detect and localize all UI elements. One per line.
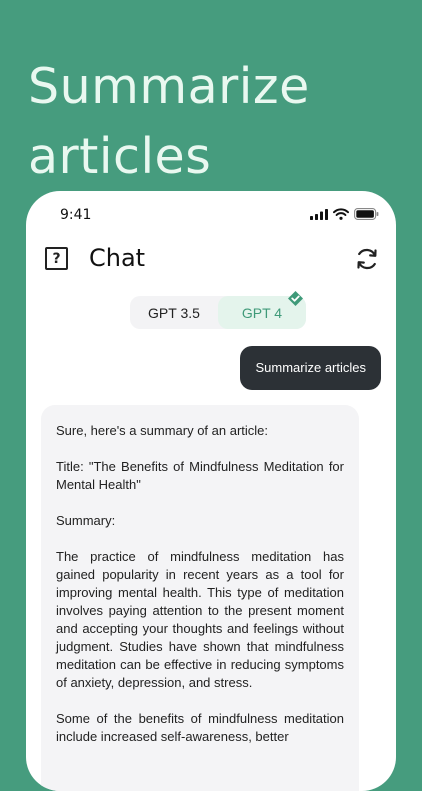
refresh-icon[interactable]: [354, 246, 380, 272]
model-option-gpt35[interactable]: GPT 3.5: [130, 296, 218, 329]
nav-bar: ? Chat: [26, 239, 396, 283]
status-icons: [310, 208, 379, 220]
phone-screen: 9:41 ? Chat GPT 3.5 GPT 4 Summarize arti…: [26, 191, 396, 791]
status-time: 9:41: [60, 207, 92, 223]
battery-icon: [354, 208, 379, 220]
assistant-summary-label: Summary:: [56, 513, 116, 528]
assistant-paragraph: The practice of mindfulness meditation h…: [56, 549, 344, 690]
assistant-intro: Sure, here's a summary of an article:: [56, 423, 269, 438]
headline: Summarize articles: [28, 52, 310, 192]
headline-line-2: articles: [28, 128, 212, 185]
model-switch: GPT 3.5 GPT 4: [130, 291, 306, 329]
headline-line-1: Summarize: [28, 58, 310, 115]
status-bar: 9:41: [26, 191, 396, 239]
signal-icon: [310, 208, 328, 220]
wifi-icon: [333, 208, 349, 220]
help-icon: ?: [52, 250, 61, 267]
check-badge-icon: [288, 291, 303, 306]
user-message-bubble: Summarize articles: [240, 346, 381, 390]
assistant-title-line: Title: "The Benefits of Mindfulness Medi…: [56, 459, 344, 492]
help-button[interactable]: ?: [45, 247, 68, 270]
assistant-message-bubble: Sure, here's a summary of an article: Ti…: [41, 405, 359, 791]
page-title: Chat: [89, 244, 146, 272]
assistant-paragraph: Some of the benefits of mindfulness medi…: [56, 711, 344, 744]
